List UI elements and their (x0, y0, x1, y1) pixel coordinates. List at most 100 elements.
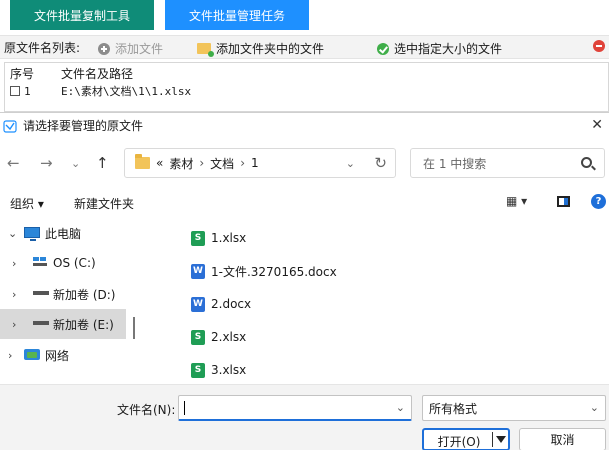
select-by-size-button[interactable]: 选中指定大小的文件 (377, 40, 502, 57)
filter-value: 所有格式 (429, 401, 478, 416)
text-caret (184, 401, 185, 415)
filter-chevron-icon[interactable]: ⌄ (590, 401, 599, 414)
file-name: 1-文件.3270165.docx (211, 264, 337, 279)
up-arrow-icon[interactable]: ↑ (96, 154, 109, 172)
tab-file-batch-copy[interactable]: 文件批量复制工具 (10, 0, 154, 30)
spreadsheet-icon: S (191, 230, 205, 246)
breadcrumb-item[interactable]: 素材 (169, 155, 193, 172)
row-path: E:\素材\文档\1\1.xlsx (61, 85, 192, 98)
organize-menu[interactable]: 组织 ▾ (10, 195, 44, 212)
breadcrumb-separator-icon[interactable]: › (199, 156, 204, 170)
breadcrumb-item[interactable]: 文档 (210, 155, 234, 172)
nav-item-drive-c[interactable]: › OS (C:) (0, 248, 126, 278)
dialog-footer: 文件名(N): ⌄ 所有格式 ⌄ 打开(O) 取消 (0, 384, 609, 450)
expand-chevron-icon[interactable]: › (12, 288, 16, 301)
app-tab-bar: 文件批量复制工具 文件批量管理任务 (0, 0, 609, 31)
filename-history-chevron-icon[interactable]: ⌄ (396, 401, 405, 414)
app-toolbar: 原文件名列表: 添加文件 添加文件夹中的文件 选中指定大小的文件 (0, 35, 609, 59)
nav-item-label: 新加卷 (D:) (53, 287, 116, 302)
drive-icon (33, 321, 49, 325)
row-checkbox[interactable] (10, 86, 20, 96)
nav-item-label: OS (C:) (53, 256, 96, 270)
nav-item-label: 新加卷 (E:) (53, 317, 114, 332)
breadcrumb-item[interactable]: 1 (251, 156, 259, 170)
expand-chevron-icon[interactable]: › (8, 349, 12, 362)
recent-locations-chevron-icon[interactable]: ⌄ (71, 157, 80, 170)
search-placeholder: 在 1 中搜索 (423, 156, 487, 171)
collapse-chevron-icon[interactable]: ⌄ (8, 227, 17, 240)
open-file-dialog: 请选择要管理的原文件 ✕ ← → ⌄ ↑ « 素材 › 文档 › 1 ⌄ ↻ 在… (0, 112, 609, 450)
nav-item-network[interactable]: › 网络 (0, 340, 126, 370)
file-list-label: 原文件名列表: (4, 40, 81, 55)
remove-circle-icon (593, 40, 605, 52)
computer-icon (24, 227, 40, 241)
app-icon (3, 119, 17, 133)
file-item-1-docx[interactable]: W 1-文件.3270165.docx (191, 260, 337, 282)
table-row[interactable]: 1 E:\素材\文档\1\1.xlsx (5, 83, 608, 99)
file-item-1-xlsx[interactable]: S 1.xlsx (191, 227, 246, 249)
file-item-2-docx[interactable]: W 2.docx (191, 293, 251, 315)
navigation-pane: ⌄ 此电脑 › OS (C:) › 新加卷 (D:) › 新加卷 (E:) › (0, 218, 126, 384)
breadcrumb-overflow[interactable]: « (156, 156, 163, 170)
select-by-size-label: 选中指定大小的文件 (394, 42, 503, 56)
table-header: 序号 文件名及路径 (5, 63, 608, 83)
refresh-icon[interactable]: ↻ (374, 154, 387, 172)
spreadsheet-icon: S (191, 329, 205, 345)
cancel-button-label: 取消 (550, 433, 575, 447)
add-folder-files-button[interactable]: 添加文件夹中的文件 (197, 40, 324, 57)
nav-item-this-pc[interactable]: ⌄ 此电脑 (0, 218, 126, 248)
navigation-bar: ← → ⌄ ↑ « 素材 › 文档 › 1 ⌄ ↻ 在 1 中搜索 (0, 138, 609, 186)
dialog-title-bar: 请选择要管理的原文件 ✕ (0, 113, 609, 138)
forward-arrow-icon[interactable]: → (40, 154, 53, 172)
file-name: 1.xlsx (211, 231, 247, 245)
add-folder-files-label: 添加文件夹中的文件 (216, 42, 325, 56)
address-history-chevron-icon[interactable]: ⌄ (346, 157, 355, 170)
add-file-label: 添加文件 (115, 42, 164, 56)
back-arrow-icon[interactable]: ← (7, 154, 20, 172)
check-circle-icon (377, 42, 389, 55)
tab-file-batch-manage[interactable]: 文件批量管理任务 (165, 0, 309, 30)
file-list-table: 序号 文件名及路径 1 E:\素材\文档\1\1.xlsx (4, 62, 609, 112)
add-file-button[interactable]: 添加文件 (98, 40, 163, 57)
remove-button[interactable] (593, 40, 605, 52)
help-icon[interactable]: ? (591, 194, 606, 209)
file-item-3-xlsx[interactable]: S 3.xlsx (191, 359, 246, 381)
open-button[interactable]: 打开(O) (422, 428, 510, 450)
breadcrumb-separator-icon[interactable]: › (240, 156, 245, 170)
add-circle-icon (98, 42, 110, 55)
file-name: 2.xlsx (211, 330, 247, 344)
expand-chevron-icon[interactable]: › (12, 318, 16, 331)
filename-label: 文件名(N): (117, 403, 176, 417)
file-name: 3.xlsx (211, 363, 247, 377)
nav-item-label: 此电脑 (45, 226, 82, 241)
dialog-title: 请选择要管理的原文件 (23, 119, 144, 133)
open-options-caret-icon[interactable] (496, 436, 506, 443)
view-options-button[interactable]: ▦ ▾ (506, 194, 527, 208)
address-bar[interactable]: « 素材 › 文档 › 1 ⌄ ↻ (124, 148, 396, 178)
close-icon[interactable]: ✕ (591, 117, 603, 133)
document-icon: W (191, 296, 205, 312)
nav-item-drive-e[interactable]: › 新加卷 (E:) (0, 309, 126, 339)
row-index: 1 (24, 84, 31, 98)
split-divider (492, 432, 493, 447)
drive-icon (33, 291, 49, 295)
nav-item-drive-d[interactable]: › 新加卷 (D:) (0, 279, 126, 309)
file-type-filter-select[interactable]: 所有格式 ⌄ (422, 395, 606, 421)
document-icon: W (191, 263, 205, 279)
preview-pane-icon[interactable] (557, 196, 570, 207)
search-input[interactable]: 在 1 中搜索 (410, 148, 605, 178)
search-icon[interactable] (581, 157, 592, 168)
file-name: 2.docx (211, 297, 252, 311)
new-folder-button[interactable]: 新建文件夹 (74, 195, 134, 212)
column-header-path: 文件名及路径 (61, 66, 134, 81)
filename-input[interactable]: ⌄ (178, 395, 412, 421)
windows-drive-icon (33, 257, 47, 267)
cancel-button[interactable]: 取消 (519, 428, 606, 450)
network-icon (24, 349, 40, 360)
file-item-2-xlsx[interactable]: S 2.xlsx (191, 326, 246, 348)
folder-add-icon (197, 43, 214, 57)
dialog-body: ⌄ 此电脑 › OS (C:) › 新加卷 (D:) › 新加卷 (E:) › (0, 218, 609, 384)
expand-chevron-icon[interactable]: › (12, 257, 16, 270)
splitter-grip[interactable] (133, 317, 135, 339)
file-list: S 1.xlsx W 1-文件.3270165.docx W 2.docx S … (136, 218, 609, 384)
